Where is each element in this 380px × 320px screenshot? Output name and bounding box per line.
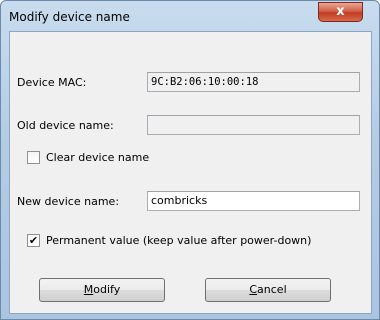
cancel-label: ancel <box>257 283 287 296</box>
permanent-value-label: Permanent value (keep value after power-… <box>46 234 312 247</box>
dialog-body: Device MAC: 9C:B2:06:10:00:18 Old device… <box>9 31 372 314</box>
clear-device-name-checkbox[interactable] <box>27 151 40 164</box>
new-device-name-label: New device name: <box>17 195 120 208</box>
new-device-name-value: combricks <box>151 194 208 207</box>
check-icon: ✔ <box>28 234 39 247</box>
old-device-name-field <box>147 115 360 135</box>
dialog-window: Modify device name x Device MAC: 9C:B2:0… <box>0 0 380 320</box>
modify-button[interactable]: Modify <box>39 278 165 302</box>
cancel-mnemonic: C <box>249 283 258 296</box>
window-title: Modify device name <box>9 10 130 24</box>
cancel-button[interactable]: Cancel <box>205 278 331 302</box>
old-device-name-label: Old device name: <box>17 119 114 132</box>
clear-device-name-label: Clear device name <box>46 151 150 164</box>
device-mac-value: 9C:B2:06:10:00:18 <box>151 76 259 88</box>
new-device-name-input[interactable]: combricks <box>147 191 360 211</box>
permanent-value-checkbox[interactable]: ✔ <box>27 234 40 247</box>
modify-label: odify <box>93 283 121 296</box>
close-icon: x <box>336 4 345 19</box>
device-mac-label: Device MAC: <box>17 76 87 89</box>
modify-mnemonic: M <box>83 283 94 296</box>
close-button[interactable]: x <box>318 2 363 22</box>
device-mac-field: 9C:B2:06:10:00:18 <box>147 72 360 92</box>
